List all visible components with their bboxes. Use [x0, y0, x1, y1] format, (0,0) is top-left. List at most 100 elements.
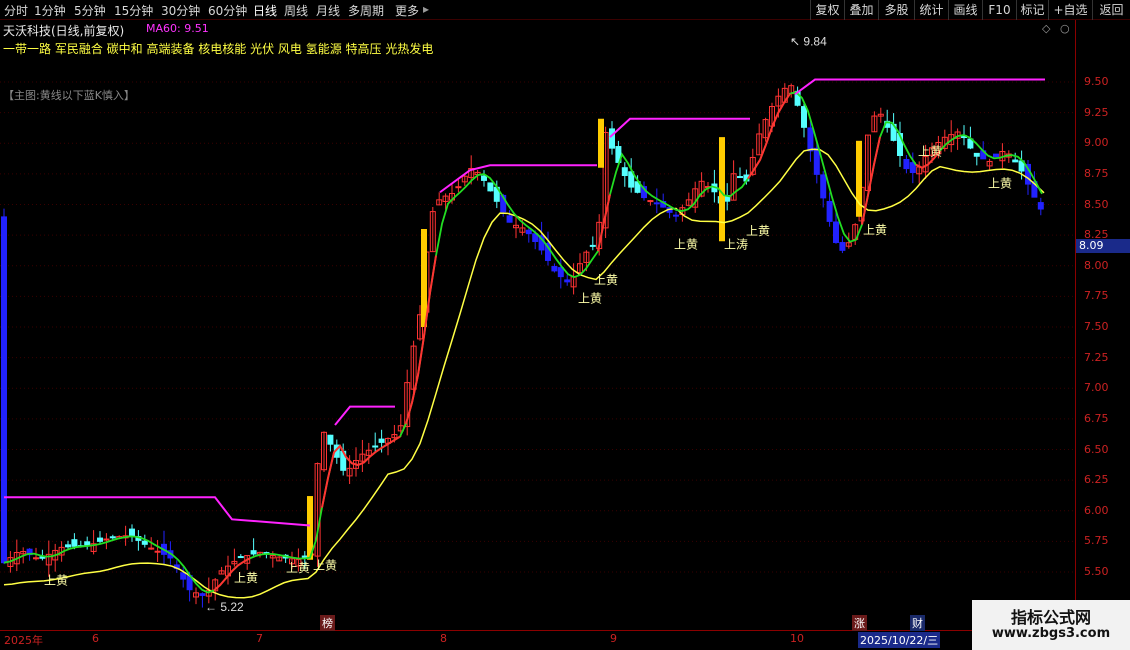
marker-bang[interactable]: 榜	[320, 615, 335, 631]
candle-body	[993, 153, 999, 158]
magenta-resistance-line	[4, 496, 311, 527]
candle-body	[973, 152, 980, 157]
more-arrow-icon[interactable]: ▸	[423, 2, 429, 16]
date-label-jul: 7	[256, 632, 263, 645]
price-label: 8.50	[1084, 197, 1109, 211]
candle-body	[372, 445, 379, 448]
candle-body	[148, 547, 155, 550]
date-axis: 2025年 6 7 8 9 10 榜 涨 财 2025/10/22/三	[0, 615, 1075, 650]
price-label: 5.50	[1084, 565, 1109, 578]
signal-label-shanghuang: 上黄	[234, 571, 258, 585]
stock-title: 天沃科技(日线,前复权)	[3, 24, 125, 38]
price-label: 8.00	[1084, 258, 1109, 272]
diamond-icon[interactable]: ◇	[1042, 22, 1050, 35]
add-watchlist-button[interactable]: +自选	[1048, 0, 1092, 20]
marker-zhang[interactable]: 涨	[852, 615, 867, 631]
signal-label-shanghuang: 上黄	[988, 176, 1012, 190]
period-tab-weekly[interactable]: 周线	[284, 2, 308, 19]
date-label-oct: 10	[790, 632, 804, 645]
signal-bar	[598, 118, 604, 168]
mark-button[interactable]: 标记	[1016, 0, 1048, 20]
date-label-jun: 6	[92, 632, 99, 645]
price-label: 7.00	[1084, 381, 1109, 395]
signal-label-shanghuang: 上黄	[286, 561, 310, 575]
signal-label-shanghuang: 上黄	[918, 145, 942, 159]
date-label-sep: 9	[610, 632, 617, 645]
candle-body	[903, 158, 910, 170]
period-tab-multi[interactable]: 多周期	[348, 2, 384, 19]
date-label-aug: 8	[440, 632, 447, 645]
ma60-label: MA60: 9.51	[146, 22, 209, 35]
candle-body	[84, 541, 91, 546]
price-label: 8.75	[1084, 166, 1109, 180]
candle-body	[801, 106, 807, 128]
fuquan-button[interactable]: 复权	[810, 0, 844, 20]
site-watermark: 指标公式网 www.zbgs3.com	[972, 600, 1130, 650]
green-fast-line	[3, 91, 1043, 594]
multi-stock-button[interactable]: 多股	[878, 0, 914, 20]
candle-body	[71, 539, 78, 547]
date-label-year: 2025年	[4, 634, 43, 647]
stats-button[interactable]: 统计	[914, 0, 948, 20]
period-tab-30min[interactable]: 30分钟	[161, 2, 200, 19]
signal-label-shanghuang: 上黄	[578, 292, 602, 306]
signal-label-shanghuang: 上黄	[313, 559, 337, 573]
price-label: 7.75	[1084, 289, 1109, 303]
candle-body	[487, 182, 494, 192]
candle-body	[109, 536, 116, 539]
candle-body	[609, 128, 615, 149]
price-label: 6.50	[1084, 442, 1109, 456]
period-tab-more[interactable]: 更多	[395, 2, 419, 19]
candle-body	[653, 202, 660, 205]
candle-body	[807, 127, 814, 152]
price-label: 9.25	[1084, 105, 1109, 119]
low-price-annotation: ← 5.22	[205, 600, 244, 614]
price-label: 6.25	[1084, 473, 1109, 487]
candle-body	[378, 438, 385, 443]
magenta-resistance-line	[609, 117, 750, 138]
candle-body	[621, 167, 628, 177]
period-tab-fenshi[interactable]: 分时	[4, 2, 28, 19]
yellow-trend-line	[3, 148, 1045, 599]
period-toolbar: 分时 1分钟 5分钟 15分钟 30分钟 60分钟 日线 周线 月线 多周期 更…	[0, 0, 1130, 20]
signal-label-shanghuang: 上黄	[863, 223, 887, 237]
signal-label-alt: 上涛	[724, 237, 748, 252]
overlay-button[interactable]: 叠加	[844, 0, 878, 20]
signal-bar	[421, 229, 427, 327]
period-tab-5min[interactable]: 5分钟	[74, 2, 106, 19]
price-axis: 9.50 9.25 9.00 8.75 8.50 8.25 8.00 7.75 7.50 7.25…	[1075, 20, 1130, 630]
period-tab-daily[interactable]: 日线	[253, 2, 277, 19]
candle-body	[129, 528, 135, 537]
candle-body	[525, 229, 532, 235]
candle-body	[455, 186, 462, 189]
circle-icon[interactable]: ○	[1060, 22, 1070, 35]
candle-body	[673, 214, 679, 217]
candle-body	[589, 244, 596, 247]
period-tab-1min[interactable]: 1分钟	[34, 2, 66, 19]
period-tab-60min[interactable]: 60分钟	[208, 2, 247, 19]
draw-line-button[interactable]: 画线	[948, 0, 982, 20]
candlestick-chart[interactable]: 上黄 上黄上黄 上黄上黄上黄上黄上黄 上黄上黄上黄上涛← 5.22↖ 9.84	[0, 20, 1075, 630]
price-label: 7.50	[1084, 320, 1109, 333]
f10-button[interactable]: F10	[982, 0, 1016, 20]
signal-label-shanghuang: 上黄	[674, 238, 698, 252]
candles-layer	[1, 83, 1044, 608]
marker-cai[interactable]: 财	[910, 615, 925, 631]
signal-label-shanghuang: 上黄	[594, 273, 618, 287]
candle-body	[327, 434, 334, 445]
candle-body	[737, 176, 743, 179]
price-label: 7.25	[1084, 350, 1109, 364]
magenta-resistance-line	[334, 405, 395, 426]
candle-body	[647, 200, 654, 203]
candle-body	[180, 572, 187, 580]
period-tab-15min[interactable]: 15分钟	[114, 2, 153, 19]
concept-tags: 一带一路 军民融合 碳中和 高端装备 核电核能 光伏 风电 氢能源 特高压 光热…	[3, 42, 434, 56]
candle-body	[551, 266, 558, 272]
price-label: 6.75	[1084, 411, 1109, 425]
candle-body	[65, 544, 71, 548]
watermark-url: www.zbgs3.com	[991, 626, 1111, 641]
back-button[interactable]: 返回	[1092, 0, 1130, 20]
current-price-tag: 8.09	[1076, 239, 1130, 253]
price-label: 9.50	[1084, 75, 1109, 88]
period-tab-monthly[interactable]: 月线	[316, 2, 340, 19]
